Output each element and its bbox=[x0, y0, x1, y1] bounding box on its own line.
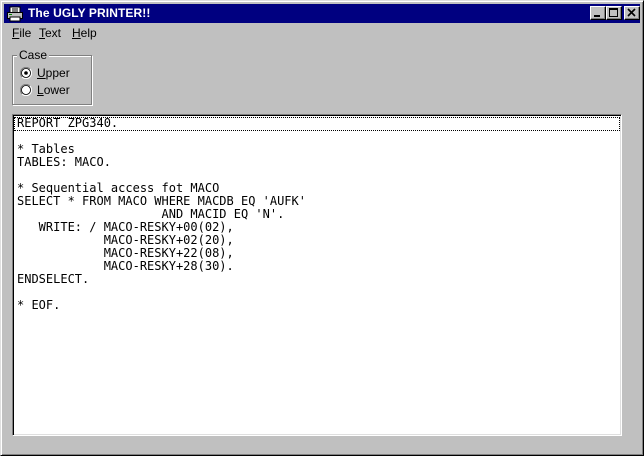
code-line: ENDSELECT. bbox=[17, 272, 90, 286]
code-editor[interactable]: REPORT ZPG340. * Tables TABLES: MACO. * Seq… bbox=[12, 114, 622, 436]
maximize-icon bbox=[609, 8, 618, 17]
code-line: TABLES: MACO. bbox=[17, 155, 111, 169]
minimize-button[interactable] bbox=[590, 6, 606, 20]
printer-icon[interactable] bbox=[7, 6, 23, 22]
radio-upper-label: Upper bbox=[37, 66, 70, 80]
menu-bar: File Text Help bbox=[4, 24, 640, 42]
radio-selected-icon[interactable] bbox=[20, 67, 32, 79]
code-text[interactable]: REPORT ZPG340. * Tables TABLES: MACO. * Seq… bbox=[17, 117, 306, 312]
menu-help[interactable]: Help bbox=[72, 26, 97, 40]
minimize-icon bbox=[594, 15, 600, 17]
case-groupbox bbox=[12, 55, 92, 105]
title-bar[interactable]: The UGLY PRINTER!! bbox=[4, 4, 640, 23]
maximize-button[interactable] bbox=[606, 6, 622, 20]
menu-text[interactable]: Text bbox=[39, 26, 61, 40]
menu-file[interactable]: File bbox=[12, 26, 31, 40]
case-group-label: Case bbox=[17, 48, 50, 62]
code-line: REPORT ZPG340. bbox=[17, 116, 119, 130]
window-title: The UGLY PRINTER!! bbox=[28, 6, 151, 20]
radio-lower-label: Lower bbox=[37, 83, 70, 97]
close-icon bbox=[627, 8, 636, 17]
code-line: * EOF. bbox=[17, 298, 61, 312]
radio-unselected-icon[interactable] bbox=[20, 84, 32, 96]
close-button[interactable] bbox=[624, 6, 640, 20]
